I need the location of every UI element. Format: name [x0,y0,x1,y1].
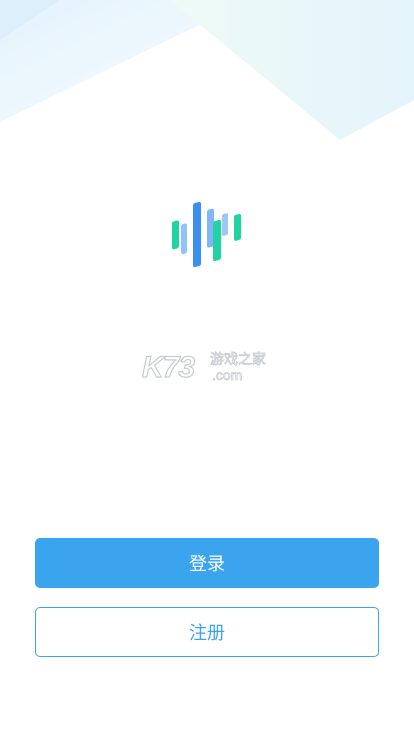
watermark-domain: .com [212,367,243,384]
login-button[interactable]: 登录 [35,538,379,588]
watermark-cn-text: 游戏之家 [210,352,267,369]
login-button-label: 登录 [189,554,225,575]
register-button-label: 注册 [189,623,225,644]
k73-watermark: K73 游戏之家 .com [141,350,272,386]
register-button[interactable]: 注册 [35,607,379,657]
sound-wave-logo-icon [172,201,241,268]
watermark-brand: K73 [141,350,195,384]
